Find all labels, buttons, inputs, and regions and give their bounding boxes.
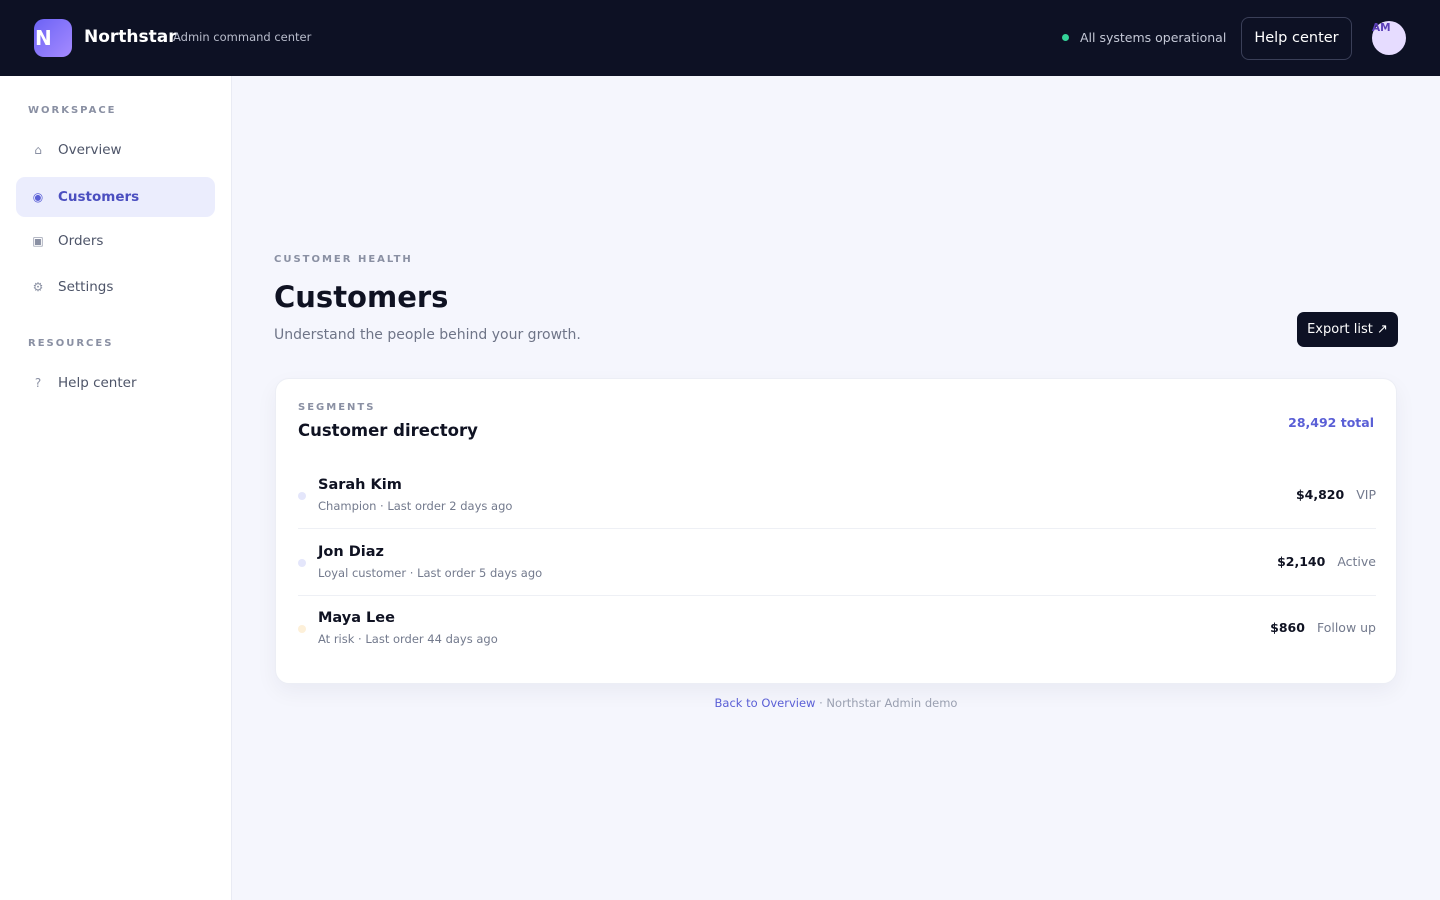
status-badge: Active <box>1337 554 1376 569</box>
customers-icon: ◉ <box>32 190 44 204</box>
table-row[interactable]: Jon Diaz Loyal customer · Last order 5 d… <box>298 530 1376 596</box>
orders-icon: ▣ <box>32 234 44 248</box>
export-list-button[interactable]: Export list ↗ <box>1297 312 1398 347</box>
sidebar-item-help-center[interactable]: ? Help center <box>16 363 215 403</box>
segment-dot-icon <box>298 492 306 500</box>
customer-name: Jon Diaz <box>318 544 384 560</box>
customer-name: Sarah Kim <box>318 477 402 493</box>
sidebar-item-label: Orders <box>58 233 104 249</box>
home-icon: ⌂ <box>34 143 42 157</box>
customer-value: $4,820 VIP <box>1296 487 1376 503</box>
customer-meta: Loyal customer · Last order 5 days ago <box>318 566 543 580</box>
customer-name: Maya Lee <box>318 610 395 626</box>
user-avatar[interactable]: AM <box>1372 21 1406 55</box>
customer-meta: Champion · Last order 2 days ago <box>318 499 513 513</box>
customer-directory-card: SEGMENTS Customer directory 28,492 total… <box>275 378 1397 684</box>
card-title: Customer directory <box>298 421 478 440</box>
sidebar-item-label: Help center <box>58 375 137 391</box>
customer-value: $860 Follow up <box>1270 620 1376 636</box>
status-badge: Follow up <box>1316 620 1376 635</box>
sidebar-section-title: WORKSPACE <box>28 105 117 116</box>
brand-subtitle: Admin command center <box>173 30 312 44</box>
logo[interactable]: N <box>34 19 72 57</box>
settings-icon: ⚙ <box>32 280 44 294</box>
customer-meta: At risk · Last order 44 days ago <box>318 632 498 646</box>
page-eyebrow: CUSTOMER HEALTH <box>274 254 413 265</box>
top-bar: N Northstar Admin command center All sys… <box>0 0 1440 76</box>
status-dot-icon <box>1062 34 1069 41</box>
segment-dot-icon <box>298 625 306 633</box>
brand-name: Northstar <box>84 27 177 47</box>
page-subtitle: Understand the people behind your growth… <box>274 327 581 343</box>
sidebar: WORKSPACE ⌂ Overview ◉ Customers ▣ Order… <box>0 76 232 900</box>
status-text: All systems operational <box>1080 30 1227 45</box>
page-footer: Back to Overview · Northstar Admin demo <box>275 696 1397 710</box>
system-status: All systems operational <box>1062 30 1226 46</box>
customer-amount: $4,820 <box>1295 487 1345 502</box>
help-center-button[interactable]: Help center <box>1241 17 1352 60</box>
sidebar-item-orders[interactable]: ▣ Orders <box>16 221 215 261</box>
segment-dot-icon <box>298 559 306 567</box>
help-icon: ? <box>34 376 42 390</box>
table-row[interactable]: Sarah Kim Champion · Last order 2 days a… <box>298 463 1376 529</box>
sidebar-item-overview[interactable]: ⌂ Overview <box>16 130 215 170</box>
sidebar-item-customers[interactable]: ◉ Customers <box>16 177 215 217</box>
customer-total: 28,492 total <box>1288 415 1374 430</box>
sidebar-item-settings[interactable]: ⚙ Settings <box>16 267 215 307</box>
customer-amount: $860 <box>1270 620 1305 635</box>
customer-value: $2,140 Active <box>1277 554 1376 570</box>
sidebar-section-title: RESOURCES <box>28 338 114 349</box>
sidebar-item-label: Settings <box>58 279 114 295</box>
table-row[interactable]: Maya Lee At risk · Last order 44 days ag… <box>298 596 1376 662</box>
customer-amount: $2,140 <box>1277 554 1326 569</box>
card-eyebrow: SEGMENTS <box>298 402 376 413</box>
sidebar-item-label: Customers <box>58 189 140 205</box>
status-badge: VIP <box>1356 487 1376 502</box>
back-to-overview-link[interactable]: Back to Overview <box>715 696 816 710</box>
sidebar-item-label: Overview <box>58 142 122 158</box>
footer-text: · Northstar Admin demo <box>815 696 958 710</box>
page-title: Customers <box>274 280 449 314</box>
